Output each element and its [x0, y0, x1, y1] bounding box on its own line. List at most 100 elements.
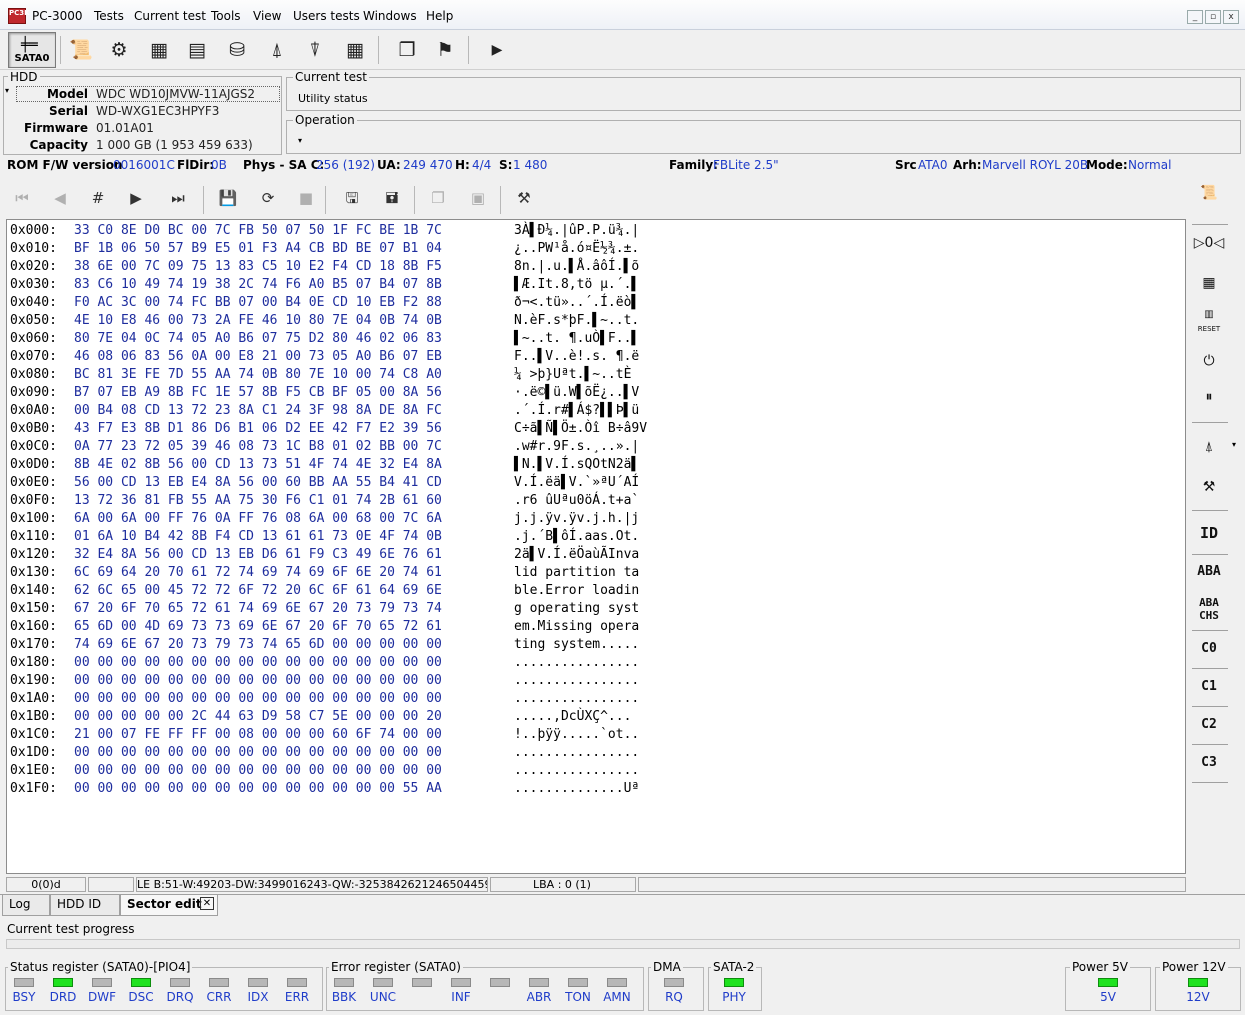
hex-editor[interactable]: 0x000: 33 C0 8E D0 BC 00 7C FB 50 07 50 1…	[6, 219, 1186, 874]
scroll-icon[interactable]: 📜	[1190, 176, 1228, 210]
hex-ascii[interactable]: .r6 ûUªu0öÁ.t+a`	[514, 492, 639, 510]
hex-bytes[interactable]: 00 00 00 00 00 00 00 00 00 00 00 00 00 0…	[74, 690, 442, 708]
hex-ascii[interactable]: F..▌V..è!.s. ¶.ë	[514, 348, 639, 366]
hex-bytes[interactable]: B7 07 EB A9 8B FC 1E 57 8B F5 CB BF 05 0…	[74, 384, 442, 402]
hex-bytes[interactable]: 43 F7 E3 8B D1 86 D6 B1 06 D2 EE 42 F7 E…	[74, 420, 442, 438]
hex-bytes[interactable]: 62 6C 65 00 45 72 72 6F 72 20 6C 6F 61 6…	[74, 582, 442, 600]
aba-chs-button[interactable]: ABA CHS	[1190, 592, 1228, 626]
hex-bytes[interactable]: 83 C6 10 49 74 19 38 2C 74 F6 A0 B5 07 B…	[74, 276, 442, 294]
hex-ascii[interactable]: .j.´B▌ôÍ.aas.Ot.	[514, 528, 639, 546]
paste-icon[interactable]: ▣	[464, 184, 492, 212]
close-button[interactable]: x	[1223, 10, 1239, 24]
hex-ascii[interactable]: .....,DcÙXÇ^...	[514, 708, 639, 726]
hex-ascii[interactable]: 3À▌Ð¼.|ûP.P.ü¾.|	[514, 222, 639, 240]
hex-bytes[interactable]: 33 C0 8E D0 BC 00 7C FB 50 07 50 1F FC B…	[74, 222, 442, 240]
hex-ascii[interactable]: .´.Í.r#▌Á$?▌▌Þ▌ü	[514, 402, 639, 420]
first-sector-icon[interactable]: ⏮	[8, 184, 36, 212]
hex-ascii[interactable]: V.Í.ëä▌V.`»ªU´AÍ	[514, 474, 639, 492]
hex-ascii[interactable]: em.Missing opera	[514, 618, 639, 636]
c1-button[interactable]: C1	[1190, 670, 1228, 704]
dropdown-arrow-icon[interactable]: ▾	[1232, 440, 1236, 449]
head-down-icon[interactable]: ⍒	[298, 33, 332, 67]
hex-bytes[interactable]: 00 00 00 00 00 00 00 00 00 00 00 00 00 0…	[74, 654, 442, 672]
gears-icon[interactable]: ⚙	[102, 33, 136, 67]
write-from-file-icon[interactable]: 🖬	[378, 184, 406, 212]
read-to-file-icon[interactable]: 🖫	[338, 184, 366, 212]
tab-hdd-id[interactable]: HDD ID	[50, 895, 120, 916]
menu-users-tests[interactable]: Users tests	[293, 9, 360, 23]
sata-port-button[interactable]: ╪═ SATA0	[8, 32, 56, 68]
hex-ascii[interactable]: .w#r.9F.s.¸..».|	[514, 438, 639, 456]
hex-ascii[interactable]: ................	[514, 690, 639, 708]
menu-view[interactable]: View	[253, 9, 281, 23]
head-power-icon[interactable]: ⍋	[1190, 430, 1228, 464]
tools-icon[interactable]: ⚒	[510, 184, 538, 212]
hex-ascii[interactable]: ▌N.▌V.Í.sQOtN2ä▌	[514, 456, 639, 474]
copy-icon[interactable]: ❐	[424, 184, 452, 212]
hex-ascii[interactable]: 2ä▌V.Í.ëÖaùÃInva	[514, 546, 639, 564]
hex-bytes[interactable]: 6C 69 64 20 70 61 72 74 69 74 69 6F 6E 2…	[74, 564, 442, 582]
save-disk-icon[interactable]: 💾	[214, 184, 242, 212]
hex-bytes[interactable]: 00 00 00 00 00 00 00 00 00 00 00 00 00 0…	[74, 780, 442, 798]
menu-help[interactable]: Help	[426, 9, 453, 23]
hex-ascii[interactable]: g operating syst	[514, 600, 639, 618]
hex-ascii[interactable]: 8n.|.u.▌Å.âôÍ.▌õ	[514, 258, 639, 276]
menu-tests[interactable]: Tests	[94, 9, 124, 23]
hex-ascii[interactable]: N.èF.s*þF.▌~..t.	[514, 312, 639, 330]
hex-bytes[interactable]: BF 1B 06 50 57 B9 E5 01 F3 A4 CB BD BE 0…	[74, 240, 442, 258]
minimize-button[interactable]: _	[1187, 10, 1203, 24]
menu-current-test[interactable]: Current test	[134, 9, 206, 23]
pause-icon[interactable]: ⏸	[1190, 380, 1228, 414]
board-icon[interactable]: ▤	[180, 33, 214, 67]
goto-sector-icon[interactable]: #	[84, 184, 112, 212]
windows-icon[interactable]: ❐	[390, 33, 424, 67]
hex-bytes[interactable]: 74 69 6E 67 20 73 79 73 74 65 6D 00 00 0…	[74, 636, 442, 654]
tab-log[interactable]: Log	[2, 895, 50, 916]
hex-bytes[interactable]: 4E 10 E8 46 00 73 2A FE 46 10 80 7E 04 0…	[74, 312, 442, 330]
chip-icon[interactable]: ▦	[1190, 266, 1228, 300]
hex-bytes[interactable]: 38 6E 00 7C 09 75 13 83 C5 10 E2 F4 CD 1…	[74, 258, 442, 276]
drive-icon[interactable]: ⛁	[220, 33, 254, 67]
scroll-icon[interactable]: 📜	[64, 33, 98, 67]
play-icon[interactable]: ▶	[480, 33, 514, 67]
hex-bytes[interactable]: 80 7E 04 0C 74 05 A0 B6 07 75 D2 80 46 0…	[74, 330, 442, 348]
menu-tools[interactable]: Tools	[211, 9, 241, 23]
hex-bytes[interactable]: 32 E4 8A 56 00 CD 13 EB D6 61 F9 C3 49 6…	[74, 546, 442, 564]
hex-bytes[interactable]: 01 6A 10 B4 42 8B F4 CD 13 61 61 73 0E 4…	[74, 528, 442, 546]
hex-ascii[interactable]: ·.ë©▌ü.W▌õË¿..▌V	[514, 384, 639, 402]
hex-ascii[interactable]: ð¬<.tü»..´.Í.ëò▌	[514, 294, 639, 312]
tools-icon[interactable]: ⚒	[1190, 470, 1228, 504]
c2-button[interactable]: C2	[1190, 708, 1228, 742]
chip-icon[interactable]: ▦	[142, 33, 176, 67]
restore-button[interactable]: ▫	[1205, 10, 1221, 24]
hex-ascii[interactable]: ................	[514, 762, 639, 780]
power-switch-icon[interactable]: ⏻	[1190, 344, 1228, 378]
c3-button[interactable]: C3	[1190, 746, 1228, 780]
hex-ascii[interactable]: !..þÿÿ.....`ot..	[514, 726, 639, 744]
zero-fill-icon[interactable]: ▷0◁	[1190, 226, 1228, 260]
hex-ascii[interactable]: ting system.....	[514, 636, 639, 654]
hex-ascii[interactable]: j.j.ÿv.ÿv.j.h.|j	[514, 510, 639, 528]
hex-bytes[interactable]: F0 AC 3C 00 74 FC BB 07 00 B4 0E CD 10 E…	[74, 294, 442, 312]
hex-ascii[interactable]: ¼ >þ}Uªt.▌~..tÈ	[514, 366, 639, 384]
hex-bytes[interactable]: 65 6D 00 4D 69 73 73 69 6E 67 20 6F 70 6…	[74, 618, 442, 636]
hex-bytes[interactable]: 6A 00 6A 00 FF 76 0A FF 76 08 6A 00 68 0…	[74, 510, 442, 528]
hex-bytes[interactable]: 00 00 00 00 00 00 00 00 00 00 00 00 00 0…	[74, 672, 442, 690]
next-sector-icon[interactable]: ▶	[122, 184, 150, 212]
user-test-icon[interactable]: ⚑	[428, 33, 462, 67]
hex-ascii[interactable]: ▌~..t. ¶.uÒ▌F..▌	[514, 330, 639, 348]
c0-button[interactable]: C0	[1190, 632, 1228, 666]
hex-ascii[interactable]: ble.Error loadin	[514, 582, 639, 600]
hex-bytes[interactable]: 8B 4E 02 8B 56 00 CD 13 73 51 4F 74 4E 3…	[74, 456, 442, 474]
hex-ascii[interactable]: C÷ã▌Ñ▌Ö±.Òî B÷â9V	[514, 420, 647, 438]
stop-icon[interactable]: ■	[292, 184, 320, 212]
grid-table-icon[interactable]: ▦	[338, 33, 372, 67]
hex-bytes[interactable]: 13 72 36 81 FB 55 AA 75 30 F6 C1 01 74 2…	[74, 492, 442, 510]
hex-ascii[interactable]: ▌Æ.It.8,tö µ.´.▌	[514, 276, 639, 294]
refresh-icon[interactable]: ⟳	[254, 184, 282, 212]
hex-bytes[interactable]: 0A 77 23 72 05 39 46 08 73 1C B8 01 02 B…	[74, 438, 442, 456]
aba-button[interactable]: ABA	[1190, 555, 1228, 589]
hex-ascii[interactable]: ..............Uª	[514, 780, 639, 798]
hex-ascii[interactable]: ¿..PW¹å.ó¤Ë½¾.±.	[514, 240, 639, 258]
head-up-icon[interactable]: ⍋	[260, 33, 294, 67]
